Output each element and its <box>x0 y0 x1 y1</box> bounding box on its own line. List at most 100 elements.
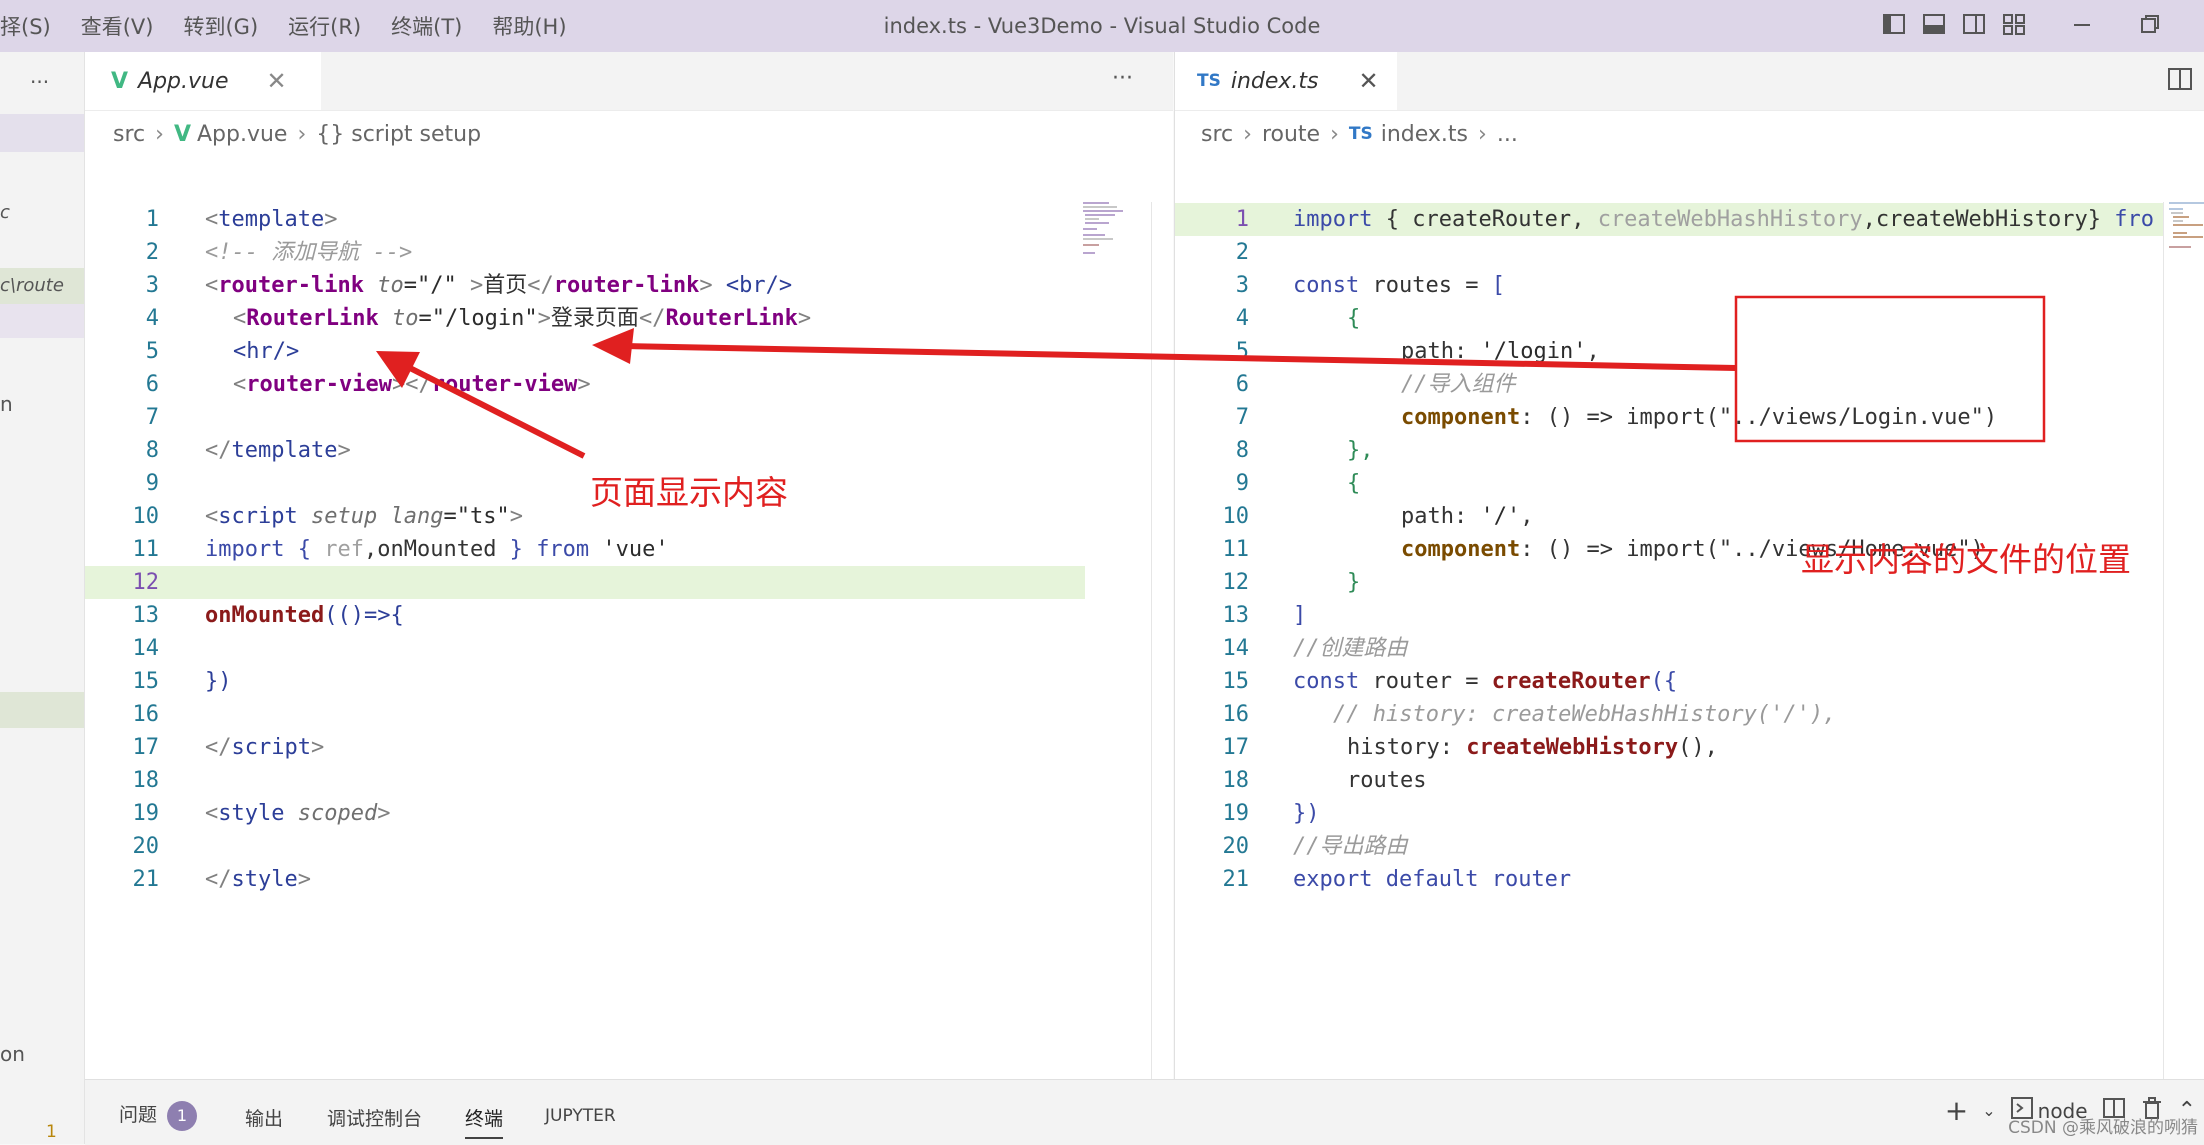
close-icon[interactable]: ✕ <box>1359 67 1379 95</box>
code-line: 19 <style scoped> <box>132 801 391 826</box>
chevron-right-icon: › <box>155 121 164 147</box>
menu-selection[interactable]: 择(S) <box>0 11 51 41</box>
title-bar: 择(S) 查看(V) 转到(G) 运行(R) 终端(T) 帮助(H) index… <box>0 0 2204 52</box>
menu-view[interactable]: 查看(V) <box>81 11 154 41</box>
code-line: 13] <box>1222 603 1307 628</box>
chevron-right-icon: › <box>1478 121 1487 147</box>
code-editor-left[interactable]: 1 <template> 2 <!-- 添加导航 --> 3 <router-link… <box>85 203 1173 1079</box>
code-line: 6//导入组件 <box>1235 372 1516 397</box>
tab-bar-right: TS index.ts ✕ <box>1175 52 2204 111</box>
breadcrumb-src[interactable]: src <box>113 122 145 147</box>
menu-help[interactable]: 帮助(H) <box>492 11 566 41</box>
panel-tab-problems[interactable]: 问题 1 <box>119 1100 198 1131</box>
sidebar-item-active[interactable] <box>0 692 84 728</box>
code-line: 20 <box>132 834 160 859</box>
code-line: 5 <hr/> <box>145 339 300 364</box>
tab-label: index.ts <box>1230 68 1319 94</box>
tab-index-ts[interactable]: TS index.ts ✕ <box>1175 52 1397 110</box>
sidebar-count: 1 <box>46 1122 57 1142</box>
code-line: 21 export default router <box>1222 867 1572 892</box>
code-line: 14//创建路由 <box>1222 636 1408 661</box>
code-line: 15}) <box>132 669 232 694</box>
code-line: 11 import { ref,onMounted } from 'vue' <box>132 537 669 562</box>
annotation-file-location: 显示内容的文件的位置 <box>1801 540 2131 579</box>
code-line: 6 <router-view></router-view> <box>145 372 591 397</box>
problems-count-badge: 1 <box>167 1100 198 1131</box>
ts-file-icon: TS <box>1197 71 1221 91</box>
code-line: 4 <RouterLink to="/login">登录页面</RouterLin… <box>145 306 812 331</box>
breadcrumb-more[interactable]: ... <box>1497 122 1518 147</box>
code-line: 10 path: '/', <box>1222 504 1534 529</box>
chevron-right-icon: › <box>297 121 307 147</box>
breadcrumb-file[interactable]: App.vue <box>197 122 287 147</box>
code-line: 20//导出路由 <box>1222 834 1408 859</box>
code-line: 2 <box>1235 240 1249 265</box>
bottom-panel: 问题 1 输出 调试控制台 终端 JUPYTER + ⌄ node ⌃ <box>85 1079 2204 1145</box>
code-line: 7 component: () => import("../views/Login… <box>1235 405 1998 430</box>
menu-terminal[interactable]: 终端(T) <box>391 11 462 41</box>
customize-layout-icon[interactable] <box>2000 10 2028 38</box>
minimize-icon[interactable] <box>2068 10 2096 38</box>
chevron-right-icon: › <box>1243 121 1252 147</box>
code-line: 8}, <box>1235 438 1374 463</box>
code-line: 2 <!-- 添加导航 --> <box>145 240 413 265</box>
code-line-current: 1 import { createRouter, createWebHashHis… <box>1175 203 2163 236</box>
tab-bar-left: V App.vue ✕ ··· <box>85 52 1173 111</box>
window-title: index.ts - Vue3Demo - Visual Studio Code <box>883 14 1321 38</box>
close-icon[interactable]: ✕ <box>267 67 287 95</box>
code-editor-right[interactable]: 1 import { createRouter, createWebHashHis… <box>1175 203 2204 1079</box>
code-line: 18 routes <box>1222 768 1427 793</box>
sidebar-item-n[interactable]: n <box>0 392 84 416</box>
tab-label: App.vue <box>138 68 229 94</box>
code-line: 5 path: '/login', <box>1235 339 1600 364</box>
breadcrumb-symbol[interactable]: {} script setup <box>316 122 481 147</box>
sidebar-item-highlight[interactable] <box>0 304 84 338</box>
editor-actions-more-icon[interactable]: ··· <box>1112 66 1133 91</box>
panel-tab-output[interactable]: 输出 <box>245 1104 283 1131</box>
vue-file-icon: V <box>111 68 129 94</box>
sidebar-more-icon[interactable]: ··· <box>30 70 84 94</box>
add-terminal-icon[interactable]: + <box>1945 1094 1968 1127</box>
breadcrumb: src › route › TS index.ts › ... <box>1201 116 1518 152</box>
restore-icon[interactable] <box>2136 10 2164 38</box>
code-line: 16 <box>132 702 160 727</box>
sidebar-item-src[interactable]: c <box>0 202 84 223</box>
code-line: 3 const routes = [ <box>1235 273 1505 298</box>
code-line: 1 <template> <box>145 207 338 232</box>
explorer-sidebar: ··· c c\route n on 1 <box>0 52 85 1144</box>
code-line: 17 </script> <box>132 735 325 760</box>
editor-group-left: V App.vue ✕ ··· src › V App.vue › {} scr… <box>85 52 1173 1079</box>
code-line: 13 onMounted(()=>{ <box>132 603 404 628</box>
breadcrumb-src[interactable]: src <box>1201 122 1233 147</box>
panel-tab-jupyter[interactable]: JUPYTER <box>545 1106 616 1126</box>
menu-bar: 择(S) 查看(V) 转到(G) 运行(R) 终端(T) 帮助(H) <box>0 0 597 52</box>
chevron-right-icon: › <box>1330 121 1339 147</box>
code-line: 3 <router-link to="/" >首页</router-link> <… <box>145 273 793 298</box>
code-line-current: 12 <box>85 566 1085 599</box>
code-line: 18 <box>132 768 160 793</box>
toggle-primary-sidebar-icon[interactable] <box>1880 10 1908 38</box>
panel-tab-debug-console[interactable]: 调试控制台 <box>327 1104 422 1131</box>
code-line: 16// history: createWebHashHistory('/'), <box>1222 702 1837 727</box>
ts-file-icon: TS <box>1348 124 1373 144</box>
code-line: 8 </template> <box>145 438 351 463</box>
toggle-secondary-sidebar-icon[interactable] <box>1960 10 1988 38</box>
breadcrumb-file[interactable]: index.ts <box>1381 122 1468 147</box>
menu-go[interactable]: 转到(G) <box>183 11 258 41</box>
vue-file-icon: V <box>173 121 191 147</box>
toggle-panel-icon[interactable] <box>1920 10 1948 38</box>
code-line: 19}) <box>1222 801 1320 826</box>
sidebar-item-on[interactable]: on <box>0 1042 84 1066</box>
code-line: 15 const router = createRouter({ <box>1222 669 1678 694</box>
code-line: 4{ <box>1235 306 1361 331</box>
tab-app-vue[interactable]: V App.vue ✕ <box>85 52 321 110</box>
panel-tab-terminal[interactable]: 终端 <box>465 1104 504 1139</box>
code-line: 14 <box>132 636 160 661</box>
split-editor-icon[interactable] <box>2167 66 2193 96</box>
menu-run[interactable]: 运行(R) <box>288 11 361 41</box>
sidebar-selected-row[interactable] <box>0 114 84 152</box>
chevron-down-icon[interactable]: ⌄ <box>1982 1101 1995 1120</box>
breadcrumb: src › V App.vue › {} script setup <box>113 116 481 152</box>
breadcrumb-folder[interactable]: route <box>1262 122 1320 147</box>
sidebar-item-route[interactable]: c\route <box>0 268 84 304</box>
